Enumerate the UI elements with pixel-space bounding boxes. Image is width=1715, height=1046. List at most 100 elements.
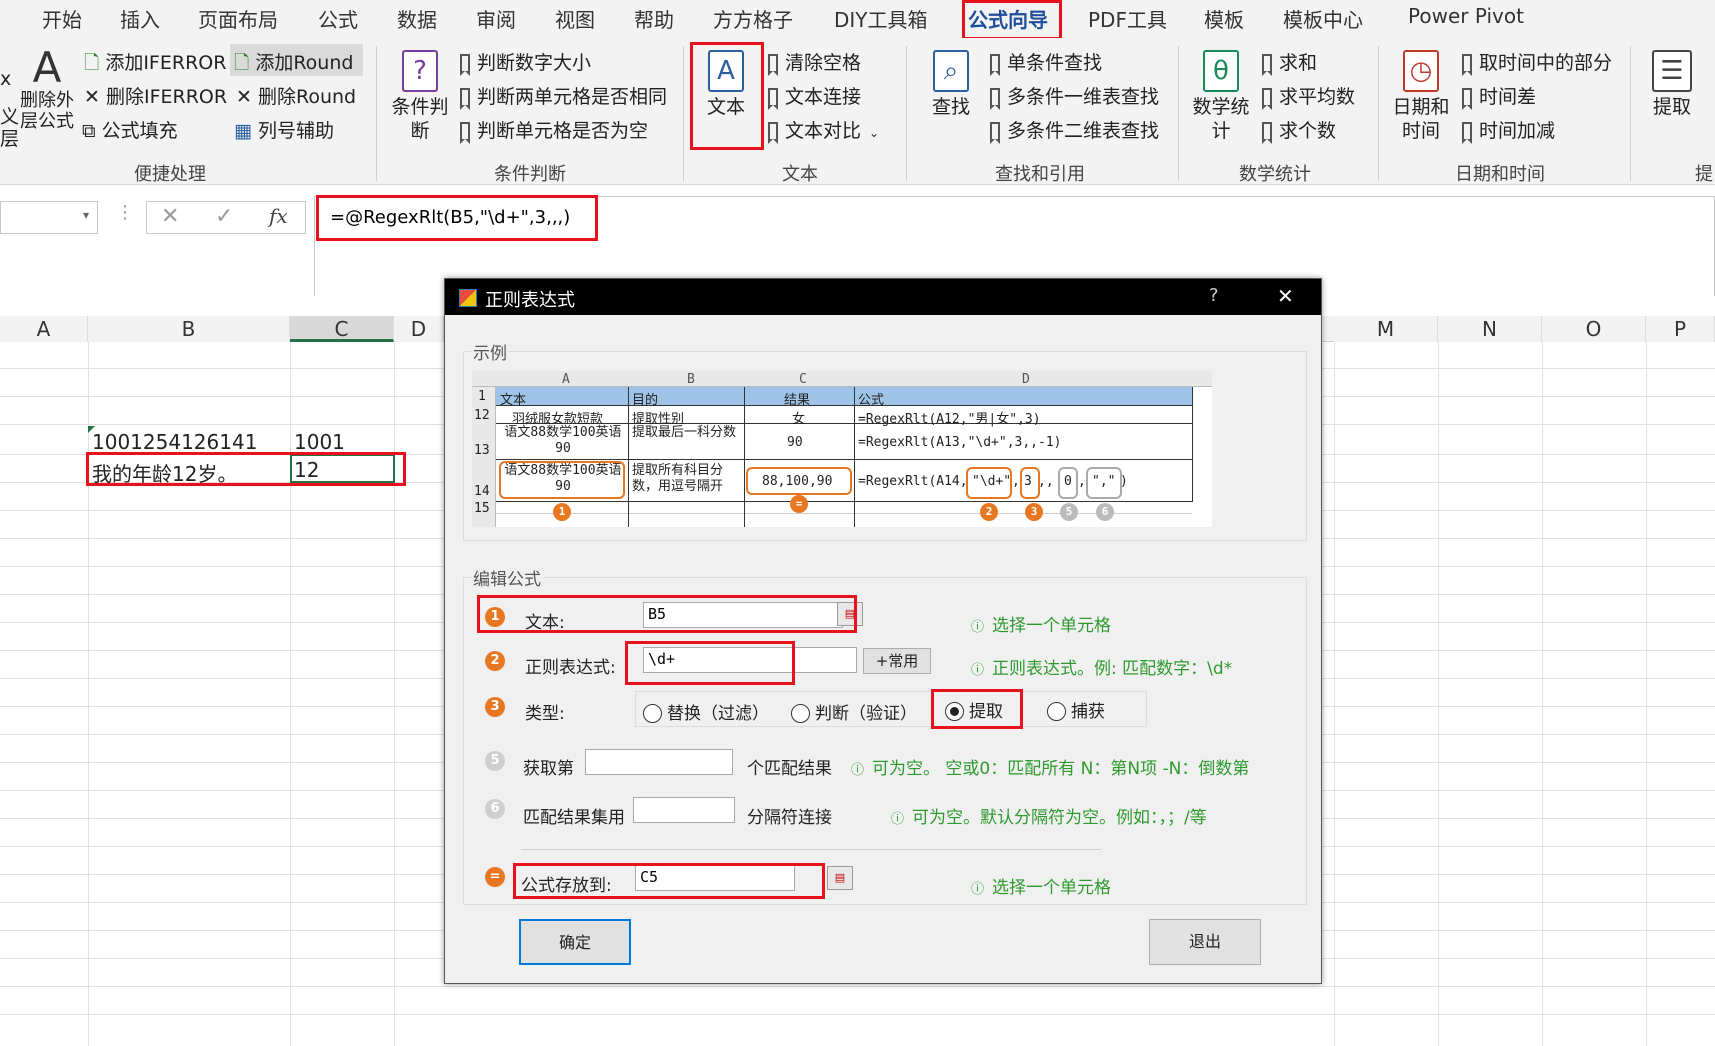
sum-label: 求和 — [1279, 52, 1318, 74]
formula-buttons: ✕ ✓ fx — [146, 201, 306, 234]
group-label-math: 数学统计 — [1239, 164, 1311, 185]
text-compare-button[interactable]: 文本对比 ⌄ — [768, 116, 879, 144]
example-highlight-type — [1020, 467, 1040, 499]
column-header-p[interactable]: P — [1646, 316, 1715, 342]
multi-condition-2d-lookup-button[interactable]: 多条件二维表查找 — [990, 116, 1159, 144]
regex-field-label: 正则表达式: — [525, 658, 616, 678]
column-helper-button[interactable]: ▦ 列号辅助 — [234, 116, 334, 143]
judge-cells-same-button[interactable]: 判断两单元格是否相同 — [460, 82, 667, 110]
help-icon[interactable]: ? — [1209, 285, 1219, 306]
info-icon: ⓘ — [891, 812, 905, 827]
close-icon[interactable]: ✕ — [1277, 284, 1294, 308]
cancel-icon[interactable]: ✕ — [161, 204, 179, 229]
sep-field-input[interactable] — [633, 797, 735, 823]
column-header-a[interactable]: A — [0, 316, 88, 342]
ok-button[interactable]: 确定 — [519, 919, 631, 965]
tab-power-pivot[interactable]: Power Pivot — [1408, 4, 1524, 28]
dialog-title-bar: 正则表达式 ? ✕ — [445, 279, 1321, 315]
example-b13: 提取最后一科分数 — [632, 425, 737, 440]
common-patterns-button[interactable]: +常用 — [863, 648, 931, 674]
column-header-m[interactable]: M — [1334, 316, 1438, 342]
cell-c4[interactable]: 1001 — [294, 430, 345, 454]
sum-button[interactable]: 求和 — [1262, 48, 1318, 76]
nth-field-input[interactable] — [585, 749, 733, 775]
tab-template[interactable]: 模板 — [1204, 4, 1244, 33]
field-badge-2: 2 — [485, 651, 505, 671]
text-join-button[interactable]: 文本连接 — [768, 82, 861, 110]
tab-help[interactable]: 帮助 — [634, 4, 674, 33]
add-round-label: 添加Round — [255, 52, 354, 74]
column-header-b[interactable]: B — [88, 316, 290, 342]
regex-field-hint-text: 正则表达式。例: 匹配数字：\d* — [992, 659, 1233, 679]
example-rownum: 12 — [474, 408, 490, 423]
column-header-o[interactable]: O — [1542, 316, 1646, 342]
add-iferror-button[interactable]: 🗋 添加IFERROR — [84, 48, 226, 81]
tab-ffgz[interactable]: 方方格子 — [713, 4, 793, 33]
grid-line — [88, 342, 89, 1046]
delete-iferror-button[interactable]: ✕ 删除IFERROR — [84, 82, 227, 109]
chevron-down-icon: ▾ — [82, 208, 89, 222]
judge-number-size-label: 判断数字大小 — [477, 52, 592, 74]
count-label: 求个数 — [1279, 120, 1337, 142]
nth-field-label: 获取第 — [523, 759, 574, 779]
name-box[interactable]: ▾ — [0, 201, 98, 234]
judge-cell-empty-button[interactable]: 判断单元格是否为空 — [460, 116, 648, 144]
check-icon[interactable]: ✓ — [215, 204, 233, 229]
tab-data[interactable]: 数据 — [397, 4, 437, 33]
field-badge-5: 5 — [485, 751, 505, 771]
bookmark-icon — [1462, 122, 1472, 144]
radio-replace[interactable]: 替换（过滤） — [643, 699, 769, 724]
tab-review[interactable]: 审阅 — [476, 4, 516, 33]
delete-round-button[interactable]: ✕ 删除Round — [236, 82, 356, 109]
nth-field-hint-text: 可为空。 空或0：匹配所有 N：第N项 -N：倒数第 — [872, 759, 1250, 779]
multi-condition-1d-lookup-button[interactable]: 多条件一维表查找 — [990, 82, 1159, 110]
column-header-n[interactable]: N — [1438, 316, 1542, 342]
clear-spaces-button[interactable]: 清除空格 — [768, 48, 861, 76]
remove-outer-formula-button[interactable]: A 删除外 层公式 — [16, 46, 78, 133]
tab-formulas[interactable]: 公式 — [318, 4, 358, 33]
nth-field-suffix: 个匹配结果 — [747, 759, 832, 779]
cell-b4[interactable]: 1001254126141 — [92, 430, 257, 454]
time-diff-label: 时间差 — [1479, 86, 1537, 108]
time-part-button[interactable]: 取时间中的部分 — [1462, 48, 1612, 76]
condition-judge-button[interactable]: ? 条件判 断 — [386, 50, 454, 143]
lookup-label: 查找 — [931, 96, 970, 118]
tab-insert[interactable]: 插入 — [120, 4, 160, 33]
tab-template-center[interactable]: 模板中心 — [1283, 4, 1363, 33]
grid-line — [1334, 342, 1335, 1046]
math-stats-label: 数学统 计 — [1192, 96, 1250, 142]
extract-button[interactable]: ☰ 提取 — [1640, 50, 1704, 119]
tab-home[interactable]: 开始 — [42, 4, 82, 33]
group-label-quick: 便捷处理 — [134, 164, 206, 185]
judge-number-size-button[interactable]: 判断数字大小 — [460, 48, 592, 76]
column-header-d[interactable]: D — [394, 316, 444, 342]
lookup-button[interactable]: ⌕ 查找 — [918, 50, 984, 119]
date-time-button[interactable]: ◷ 日期和 时间 — [1388, 50, 1454, 143]
ribbon-partial-1: x — [0, 68, 12, 90]
radio-validate[interactable]: 判断（验证） — [791, 699, 917, 724]
single-condition-lookup-button[interactable]: 单条件查找 — [990, 48, 1102, 76]
radio-capture-label: 捕获 — [1071, 702, 1105, 722]
tab-diy-toolbox[interactable]: DIY工具箱 — [834, 4, 928, 33]
field-badge-eq: = — [485, 867, 505, 887]
math-stats-button[interactable]: θ 数学统 计 — [1188, 50, 1254, 143]
cell-picker-icon[interactable]: ▤ — [827, 866, 853, 890]
tab-pdf-tools[interactable]: PDF工具 — [1088, 4, 1167, 33]
tab-page-layout[interactable]: 页面布局 — [198, 4, 278, 33]
average-button[interactable]: 求平均数 — [1262, 82, 1355, 110]
count-button[interactable]: 求个数 — [1262, 116, 1337, 144]
bookmark-icon — [768, 88, 778, 110]
column-header-c[interactable]: C — [290, 316, 394, 342]
example-c12: 女 — [792, 412, 806, 427]
time-diff-button[interactable]: 时间差 — [1462, 82, 1537, 110]
add-round-button[interactable]: 🗋 添加Round — [230, 44, 363, 76]
time-add-button[interactable]: 时间加减 — [1462, 116, 1555, 144]
exit-button[interactable]: 退出 — [1149, 919, 1261, 965]
formula-fill-button[interactable]: ⧉ 公式填充 — [82, 116, 178, 143]
fx-icon[interactable]: fx — [269, 204, 288, 228]
regex-field-highlight-box — [625, 641, 795, 685]
tab-view[interactable]: 视图 — [555, 4, 595, 33]
magnifier-doc-icon: ⌕ — [933, 50, 969, 92]
bookmark-icon — [460, 54, 470, 76]
radio-capture[interactable]: 捕获 — [1047, 697, 1105, 722]
